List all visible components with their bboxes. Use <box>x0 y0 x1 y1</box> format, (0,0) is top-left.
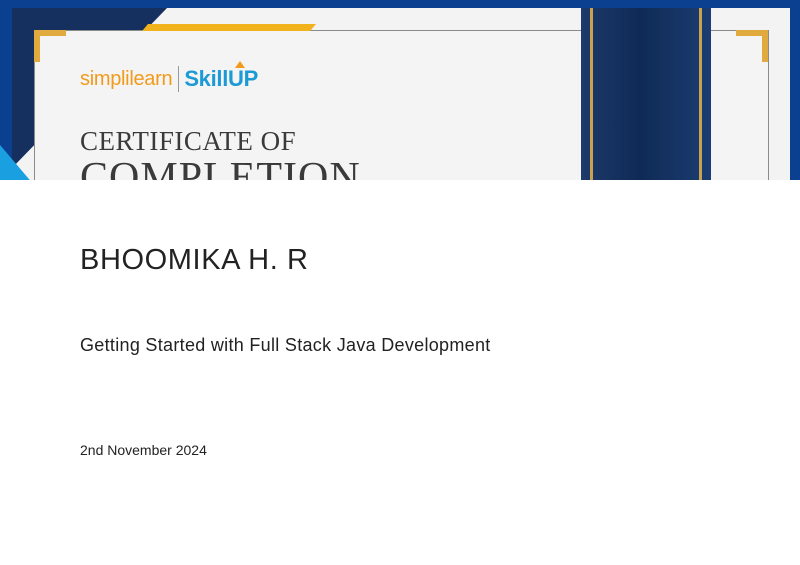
certificate-banner: simplilearn SkillUP CERTIFICATE OF COMPL… <box>0 0 800 180</box>
ribbon-band <box>581 8 711 180</box>
certificate-title-line2: COMPLETION <box>80 155 361 180</box>
certificate-title-line1: CERTIFICATE OF <box>80 126 297 156</box>
up-arrow-icon <box>235 61 246 68</box>
ribbon-gold-line-right <box>699 8 702 180</box>
logo-divider <box>178 66 180 92</box>
course-title: Getting Started with Full Stack Java Dev… <box>80 335 491 355</box>
logo-simpli-text: simplilearn <box>80 67 173 90</box>
issue-date: 2nd November 2024 <box>80 442 207 458</box>
logo-skillup-text: SkillUP <box>184 61 258 92</box>
ribbon-gold-line-left <box>590 8 593 180</box>
recipient-name: BHOOMIKA H. R <box>80 244 309 276</box>
gold-corner-left <box>34 30 66 62</box>
simplilearn-skillup-logo: simplilearn SkillUP <box>80 61 258 96</box>
sky-accent-stripe <box>0 145 34 180</box>
gold-corner-right <box>736 30 768 62</box>
gold-accent-bar <box>142 24 316 31</box>
